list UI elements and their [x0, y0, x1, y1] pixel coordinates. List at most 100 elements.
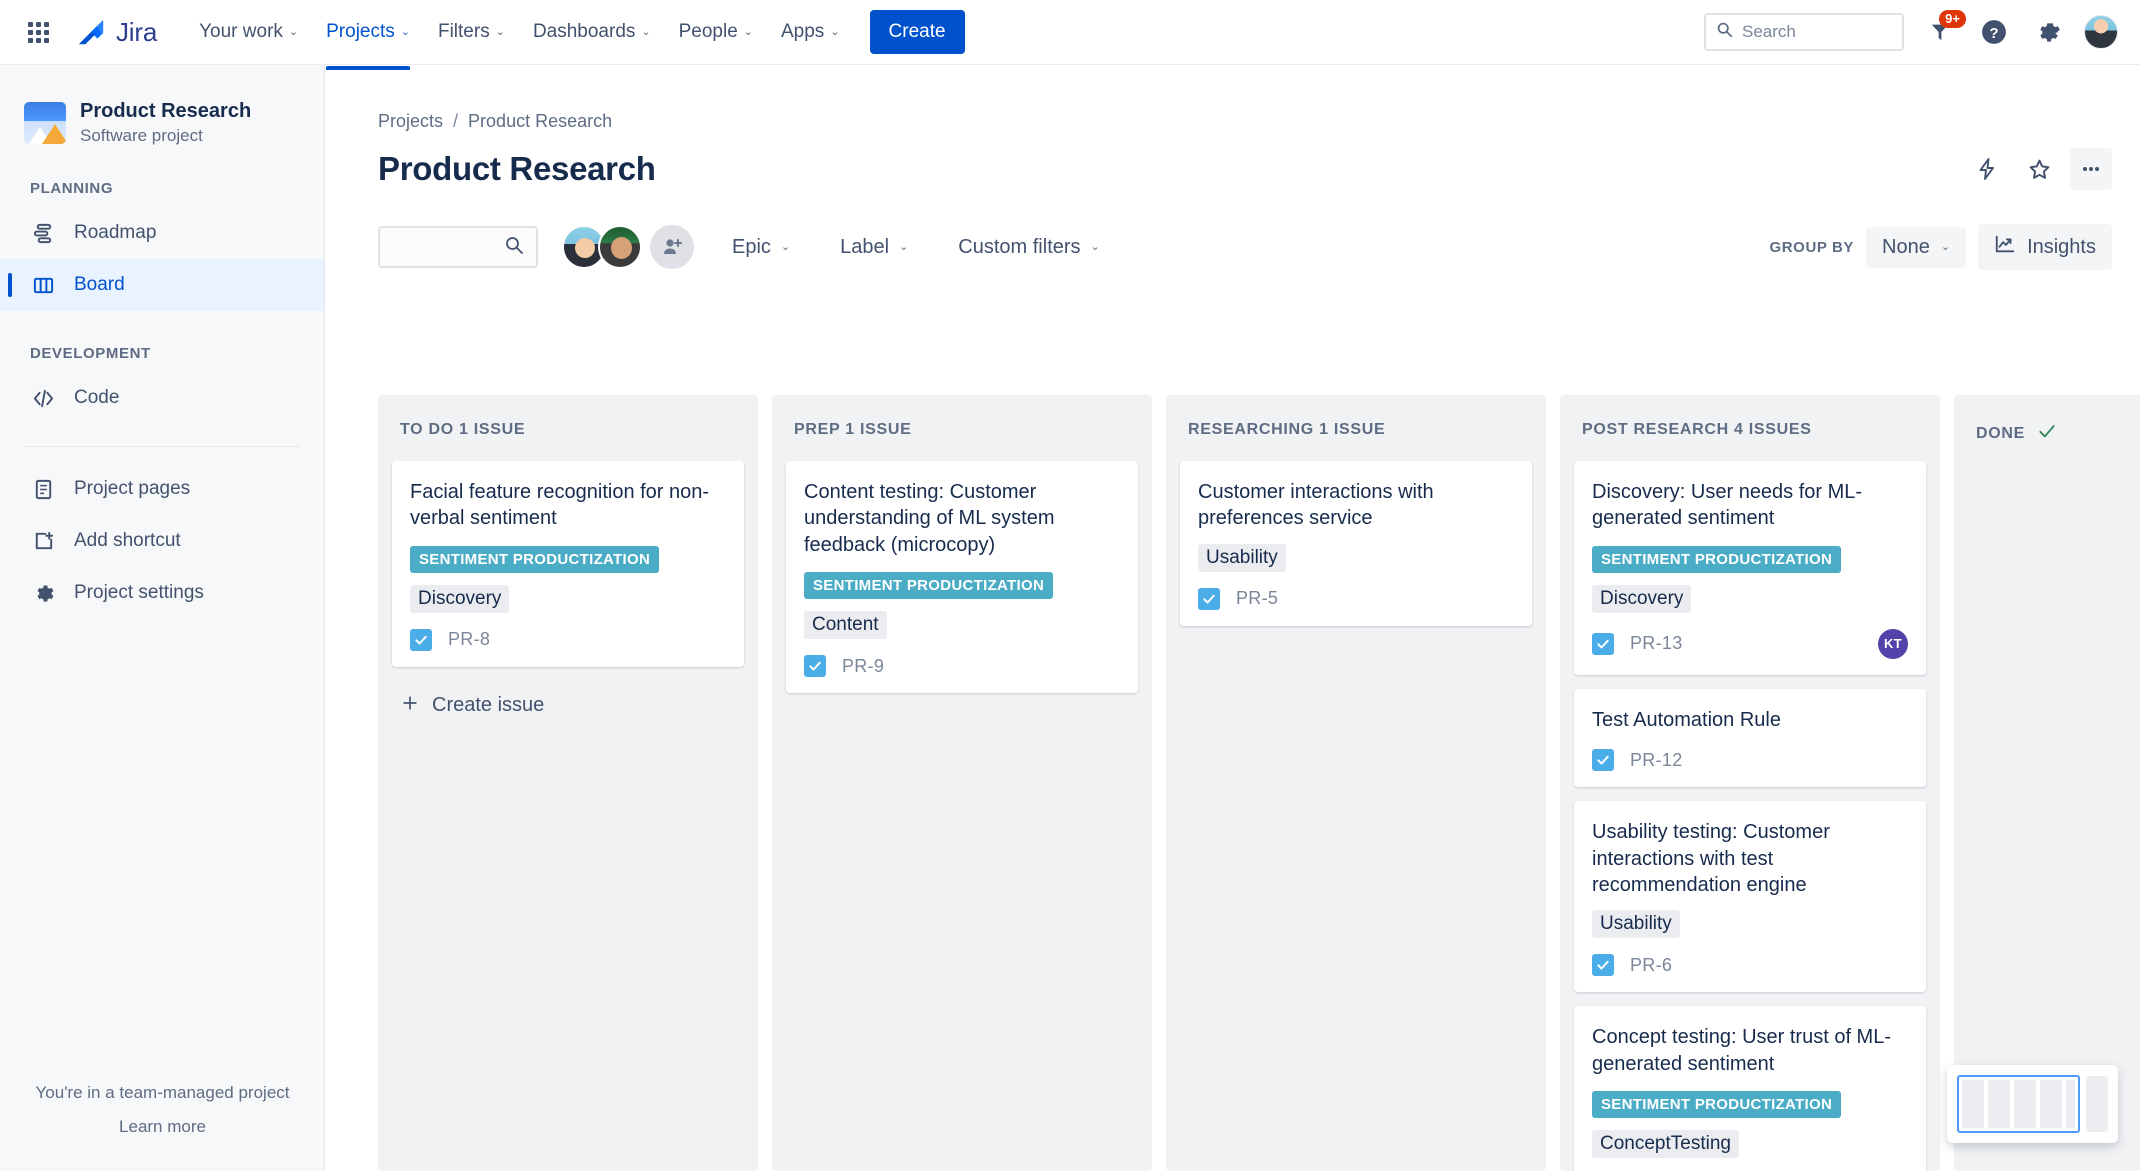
label-badge[interactable]: Usability	[1592, 910, 1680, 939]
label-filter-dropdown[interactable]: Label ⌄	[828, 227, 920, 268]
nav-item-your-work[interactable]: Your work ⌄	[187, 14, 310, 50]
label-badge[interactable]: Discovery	[410, 584, 510, 613]
issue-key[interactable]: PR-6	[1630, 955, 1672, 976]
label-filter-label: Label	[840, 235, 890, 258]
sidebar-item-add-shortcut[interactable]: Add shortcut	[0, 515, 324, 567]
create-issue-label: Create issue	[432, 694, 545, 717]
group-by-dropdown[interactable]: None ⌄	[1866, 226, 1967, 268]
group-by-label: GROUP BY	[1769, 238, 1855, 256]
learn-more-link[interactable]: Learn more	[0, 1117, 324, 1137]
issue-title: Usability testing: Customer interactions…	[1592, 821, 1830, 896]
page-icon	[30, 478, 56, 501]
sidebar-divider	[24, 446, 300, 447]
breadcrumb-separator: /	[453, 111, 459, 131]
issue-card[interactable]: Discovery: User needs for ML-generated s…	[1574, 461, 1926, 675]
column-body[interactable]: Facial feature recognition for non-verba…	[378, 461, 758, 1171]
column-title: PREP 1 ISSUE	[794, 421, 912, 438]
help-button[interactable]: ?	[1976, 14, 2012, 50]
sidebar-item-roadmap[interactable]: Roadmap	[0, 207, 324, 259]
sidebar-item-project-settings[interactable]: Project settings	[0, 567, 324, 619]
label-badge[interactable]: Discovery	[1592, 584, 1692, 613]
chevron-down-icon: ⌄	[400, 25, 410, 38]
settings-button[interactable]	[2030, 14, 2066, 50]
issue-card[interactable]: Content testing: Customer understanding …	[786, 461, 1138, 694]
sidebar-section-planning: PLANNING	[30, 180, 114, 197]
notifications-button[interactable]: 9+	[1922, 10, 1966, 50]
nav-item-filters[interactable]: Filters ⌄	[426, 14, 517, 50]
board-minimap[interactable]	[1947, 1065, 2118, 1143]
nav-item-label: Projects	[326, 21, 395, 42]
epic-badge[interactable]: SENTIMENT PRODUCTIZATION	[804, 572, 1054, 600]
sidebar-item-label: Code	[74, 387, 120, 408]
epic-filter-dropdown[interactable]: Epic ⌄	[720, 227, 802, 268]
issue-key[interactable]: PR-13	[1630, 633, 1683, 654]
column-body[interactable]: Discovery: User needs for ML-generated s…	[1560, 461, 1940, 1171]
column-title: RESEARCHING 1 ISSUE	[1188, 421, 1386, 438]
avatar[interactable]: KT	[1878, 628, 1908, 659]
nav-item-dashboards[interactable]: Dashboards ⌄	[521, 14, 663, 50]
issue-title: Facial feature recognition for non-verba…	[410, 481, 710, 530]
sidebar-item-label: Board	[74, 274, 125, 295]
issue-card-footer: PR-12	[1592, 749, 1908, 772]
issue-card[interactable]: Customer interactions with preferences s…	[1180, 461, 1532, 626]
sidebar-project-header[interactable]: Product Research Software project	[0, 65, 324, 146]
label-badge[interactable]: Usability	[1198, 543, 1286, 572]
code-icon	[30, 387, 56, 410]
issue-title: Content testing: Customer understanding …	[804, 481, 1055, 556]
column-body[interactable]: Customer interactions with preferences s…	[1166, 461, 1546, 1171]
task-type-icon	[1592, 749, 1614, 772]
board-column-todo: TO DO 1 ISSUE Facial feature recognition…	[378, 395, 758, 1171]
issue-card[interactable]: Usability testing: Customer interactions…	[1574, 801, 1926, 993]
nav-item-apps[interactable]: Apps ⌄	[769, 14, 852, 50]
issue-key[interactable]: PR-8	[448, 629, 490, 650]
sidebar-item-project-pages[interactable]: Project pages	[0, 463, 324, 515]
automation-icon[interactable]	[1966, 148, 2008, 190]
global-search-input[interactable]: Search	[1704, 13, 1904, 51]
label-badge[interactable]: ConceptTesting	[1592, 1130, 1739, 1159]
issue-key[interactable]: PR-9	[842, 656, 884, 677]
column-body[interactable]: Content testing: Customer understanding …	[772, 461, 1152, 1171]
issue-card[interactable]: Test Automation Rule PR-12	[1574, 688, 1926, 788]
add-people-icon[interactable]	[650, 225, 694, 269]
breadcrumb-current[interactable]: Product Research	[468, 111, 612, 132]
sidebar-item-board[interactable]: Board	[0, 259, 324, 311]
column-header: DONE	[1954, 395, 2140, 468]
issue-card-footer: PR-8	[410, 628, 726, 651]
board-search-input[interactable]	[378, 226, 538, 268]
page-header-actions	[1966, 148, 2140, 190]
task-type-icon	[1592, 632, 1614, 655]
minimap-column	[1988, 1080, 2010, 1128]
jira-wordmark: Jira	[116, 16, 158, 47]
notifications-badge: 9+	[1939, 10, 1966, 28]
avatar-user-2[interactable]	[598, 225, 642, 269]
nav-item-projects[interactable]: Projects ⌄	[314, 14, 422, 70]
team-managed-note: You're in a team-managed project	[35, 1083, 290, 1102]
sidebar-project-name: Product Research	[80, 100, 252, 122]
create-button[interactable]: Create	[869, 10, 965, 54]
profile-avatar[interactable]	[2084, 15, 2118, 49]
epic-badge[interactable]: SENTIMENT PRODUCTIZATION	[410, 545, 660, 573]
minimap-viewport[interactable]	[1957, 1075, 2080, 1133]
label-badge[interactable]: Content	[804, 611, 887, 640]
issue-key[interactable]: PR-12	[1630, 750, 1683, 771]
sidebar-footer: You're in a team-managed project Learn m…	[0, 1083, 324, 1137]
minimap-column	[1962, 1080, 1984, 1128]
issue-card[interactable]: Concept testing: User trust of ML-genera…	[1574, 1006, 1926, 1171]
issue-card[interactable]: Facial feature recognition for non-verba…	[392, 461, 744, 667]
sidebar-project-type: Software project	[80, 126, 203, 145]
jira-home-link[interactable]: Jira	[76, 17, 157, 48]
issue-key[interactable]: PR-5	[1236, 588, 1278, 609]
breadcrumb-projects[interactable]: Projects	[378, 111, 443, 132]
create-issue-button[interactable]: Create issue	[392, 681, 744, 719]
nav-item-people[interactable]: People ⌄	[667, 14, 765, 50]
board-column-prep: PREP 1 ISSUE Content testing: Customer u…	[772, 395, 1152, 1171]
sidebar-item-code[interactable]: Code	[0, 372, 324, 424]
more-actions-icon[interactable]	[2070, 148, 2112, 190]
insights-button[interactable]: Insights	[1978, 224, 2112, 270]
epic-badge[interactable]: SENTIMENT PRODUCTIZATION	[1592, 1091, 1842, 1119]
apps-grid-icon[interactable]	[22, 16, 54, 48]
column-title: DONE	[1976, 424, 2026, 442]
star-icon[interactable]	[2018, 148, 2060, 190]
custom-filters-dropdown[interactable]: Custom filters ⌄	[946, 227, 1111, 268]
epic-badge[interactable]: SENTIMENT PRODUCTIZATION	[1592, 545, 1842, 573]
